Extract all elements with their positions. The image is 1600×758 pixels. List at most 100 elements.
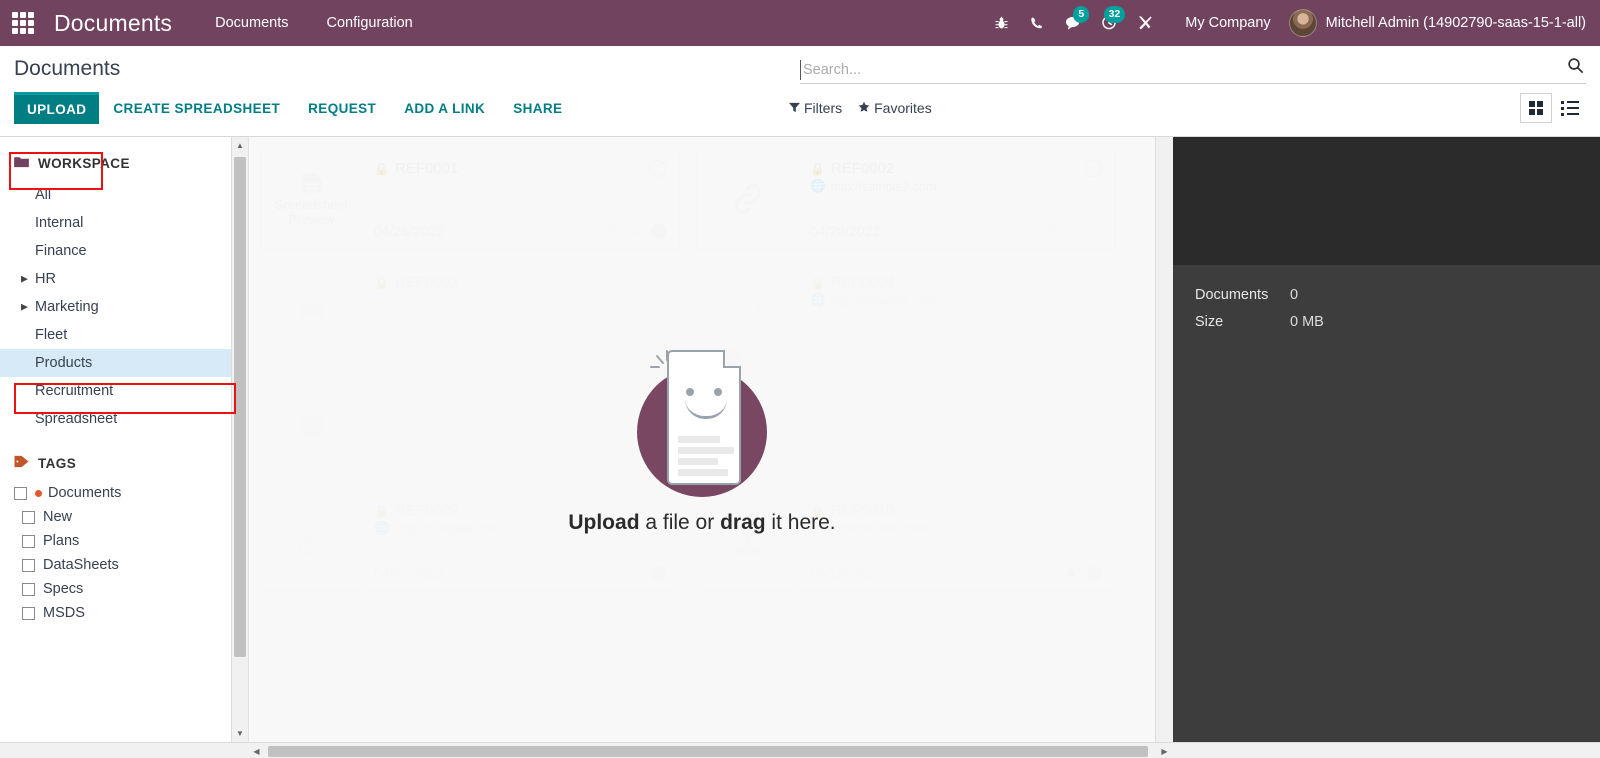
- nav-menu-documents[interactable]: Documents: [196, 15, 307, 31]
- tag-row-specs[interactable]: Specs: [0, 577, 248, 601]
- table-row[interactable]: 05/29/2022 ⏱ ☆: [261, 377, 679, 477]
- horizontal-scroll-thumb[interactable]: [268, 745, 1148, 757]
- tag-checkbox[interactable]: [22, 534, 35, 548]
- stat-size: Size 0 MB: [1195, 314, 1600, 330]
- stat-label: Size: [1195, 314, 1224, 330]
- horizontal-scrollbar[interactable]: ◀ ▶: [0, 742, 1600, 758]
- chevron-right-icon[interactable]: ▶: [21, 274, 28, 285]
- sidebar-item-label: Internal: [35, 215, 84, 231]
- sidebar-item-label: Spreadsheet: [35, 411, 118, 427]
- table-row[interactable]: 06/02/2022 ⏱ ☆: [697, 377, 1115, 477]
- favorites-label: Favorites: [874, 100, 932, 116]
- scroll-down-arrow-icon[interactable]: ▼: [232, 725, 248, 742]
- tag-checkbox[interactable]: [22, 510, 35, 524]
- request-button[interactable]: REQUEST: [294, 94, 390, 123]
- table-row[interactable]: 🔒 REF0002 🌐 http://sample2.com 04/20/202…: [697, 149, 1115, 249]
- sidebar-scrollbar[interactable]: ▲ ▼: [231, 137, 248, 742]
- card-select-circle[interactable]: [649, 160, 666, 177]
- tag-row-documents[interactable]: Documents: [0, 481, 248, 505]
- tag-label: DataSheets: [43, 557, 119, 573]
- card-select-circle[interactable]: [1085, 160, 1102, 177]
- nav-menu-configuration[interactable]: Configuration: [307, 15, 431, 31]
- apps-grid-icon[interactable]: [0, 0, 46, 46]
- stat-value: 0: [1290, 287, 1299, 303]
- star-icon[interactable]: ☆: [1089, 450, 1102, 468]
- create-spreadsheet-button[interactable]: CREATE SPREADSHEET: [99, 94, 294, 123]
- card-url[interactable]: http://sample9.com: [395, 522, 501, 536]
- star-icon[interactable]: ☆: [629, 222, 642, 240]
- table-row[interactable]: 🔒 REF0004 🌐 http://sample4.com: [697, 263, 1115, 363]
- clock-icon[interactable]: ⏱: [608, 223, 620, 240]
- activities-clock-icon[interactable]: 32: [1091, 0, 1127, 46]
- search-icon[interactable]: [1559, 57, 1586, 80]
- card-url[interactable]: http://sample4.com: [831, 294, 937, 308]
- star-icon[interactable]: ☆: [1064, 222, 1077, 240]
- sidebar-item-fleet[interactable]: Fleet: [0, 321, 248, 349]
- messages-icon[interactable]: 5: [1055, 0, 1091, 46]
- star-icon[interactable]: ★: [1065, 564, 1078, 582]
- sidebar-item-hr[interactable]: ▶ HR: [0, 265, 248, 293]
- card-select-circle[interactable]: [649, 388, 666, 405]
- filters-dropdown[interactable]: Filters: [789, 100, 858, 116]
- top-navbar: Documents Documents Configuration 5 32 M…: [0, 0, 1600, 46]
- card-select-circle[interactable]: [1085, 502, 1102, 519]
- sidebar-scroll-thumb[interactable]: [234, 157, 246, 657]
- table-row[interactable]: 🔒 REF0009 🌐 http://sample9.com 04/27/202…: [261, 491, 679, 591]
- tag-checkbox[interactable]: [22, 606, 35, 620]
- table-row[interactable]: 🔒 REF0003: [261, 263, 679, 363]
- card-select-circle[interactable]: [649, 502, 666, 519]
- list-view-button[interactable]: [1554, 93, 1586, 123]
- sidebar-item-finance[interactable]: Finance: [0, 237, 248, 265]
- user-menu[interactable]: Mitchell Admin (14902790-saas-15-1-all): [1288, 9, 1586, 37]
- clock-icon[interactable]: ⏱: [1068, 451, 1080, 468]
- card-select-circle[interactable]: [1085, 388, 1102, 405]
- sidebar-item-internal[interactable]: Internal: [0, 209, 248, 237]
- scroll-up-arrow-icon[interactable]: ▲: [232, 137, 248, 154]
- tools-icon[interactable]: [1127, 0, 1163, 46]
- add-a-link-button[interactable]: ADD A LINK: [390, 94, 499, 123]
- upload-button[interactable]: UPLOAD: [14, 92, 100, 124]
- scroll-left-arrow-icon[interactable]: ◀: [248, 743, 265, 758]
- card-select-circle[interactable]: [649, 274, 666, 291]
- kanban-area: Spreadsheet Preview 🔒 REF0001 04/25/2022…: [248, 137, 1173, 742]
- page-title: Documents: [14, 57, 121, 80]
- bug-icon[interactable]: [983, 0, 1019, 46]
- tag-checkbox[interactable]: [22, 582, 35, 596]
- table-row[interactable]: 🔒 REF0010 Requested Document 06/12/2022 …: [697, 491, 1115, 591]
- tag-row-datasheets[interactable]: DataSheets: [0, 553, 248, 577]
- tag-label: MSDS: [43, 605, 85, 621]
- star-icon[interactable]: ☆: [653, 450, 666, 468]
- sidebar-item-all[interactable]: All: [0, 181, 248, 209]
- clock-icon[interactable]: ⏱: [632, 451, 644, 468]
- table-row[interactable]: Spreadsheet Preview 🔒 REF0001 04/25/2022…: [261, 149, 679, 249]
- scroll-right-arrow-icon[interactable]: ▶: [1156, 743, 1173, 758]
- clock-icon[interactable]: ⏱: [608, 565, 620, 582]
- tag-checkbox[interactable]: [22, 558, 35, 572]
- company-selector[interactable]: My Company: [1163, 15, 1288, 31]
- search-bar[interactable]: [800, 57, 1586, 84]
- clock-icon[interactable]: ⏱: [1044, 223, 1056, 240]
- chevron-right-icon[interactable]: ▶: [21, 302, 28, 313]
- view-switcher: [1520, 93, 1586, 123]
- card-url[interactable]: http://sample2.com: [831, 180, 937, 194]
- search-input[interactable]: [800, 60, 1559, 80]
- sidebar-item-products[interactable]: Products: [0, 349, 248, 377]
- sidebar-item-spreadsheet[interactable]: Spreadsheet: [0, 405, 248, 433]
- lock-icon: 🔒: [374, 161, 389, 176]
- phone-icon[interactable]: [1019, 0, 1055, 46]
- sidebar-item-recruitment[interactable]: Recruitment: [0, 377, 248, 405]
- tag-row-plans[interactable]: Plans: [0, 529, 248, 553]
- card-ref-label: REF0010: [830, 502, 895, 519]
- favorites-dropdown[interactable]: Favorites: [858, 100, 948, 116]
- sidebar-item-marketing[interactable]: ▶ Marketing: [0, 293, 248, 321]
- clock-icon[interactable]: ⏱: [1044, 565, 1056, 582]
- tag-row-new[interactable]: New: [0, 505, 248, 529]
- filters-label: Filters: [804, 100, 843, 116]
- tag-row-msds[interactable]: MSDS: [0, 601, 248, 625]
- kanban-view-button[interactable]: [1520, 93, 1552, 123]
- card-select-circle[interactable]: [1085, 274, 1102, 291]
- tag-checkbox[interactable]: [14, 486, 27, 500]
- star-icon[interactable]: ☆: [629, 564, 642, 582]
- share-button[interactable]: SHARE: [499, 94, 576, 123]
- main-scrollbar[interactable]: [1155, 137, 1173, 742]
